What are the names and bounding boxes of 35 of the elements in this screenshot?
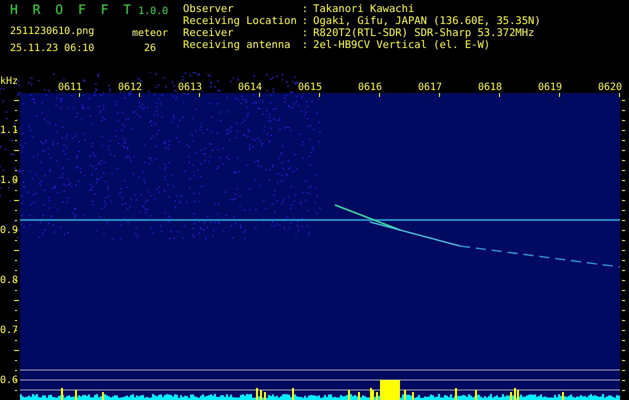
meteor-count: 26 <box>144 43 156 54</box>
app-version: 1.0.0 <box>138 6 168 17</box>
time-label: 0618 <box>478 82 502 93</box>
frequency-label: 0.9 <box>0 225 18 236</box>
file-name: 2511230610.png <box>10 26 96 37</box>
info-value: Ogaki, Gifu, JAPAN (136.60E, 35.35N) <box>313 15 541 27</box>
info-separator: : <box>302 15 308 27</box>
time-label: 0617 <box>418 82 442 93</box>
time-label: 0616 <box>358 82 382 93</box>
info-value: R820T2(RTL-SDR) SDR-Sharp 53.372MHz <box>313 27 536 39</box>
time-label: 0614 <box>238 82 262 93</box>
info-label: Observer <box>183 3 235 15</box>
frequency-label: 0.6 <box>0 375 18 386</box>
time-label: 0612 <box>118 82 142 93</box>
frequency-label: 0.7 <box>0 325 18 336</box>
time-label: 0613 <box>178 82 202 93</box>
info-value: 2el-HB9CV Vertical (el. E-W) <box>313 39 492 51</box>
time-label: 0611 <box>58 82 82 93</box>
time-label: 0619 <box>538 82 562 93</box>
info-label: Receiving Location <box>183 15 297 27</box>
time-label: 0615 <box>298 82 322 93</box>
meteor-label: meteor <box>132 28 168 39</box>
time-label: 0620 <box>598 82 622 93</box>
app-name: H R O F F T <box>10 3 132 18</box>
info-separator: : <box>302 27 308 39</box>
frequency-label: 0.8 <box>0 275 18 286</box>
frequency-label: 1.1 <box>0 125 18 136</box>
frequency-label: 1.0 <box>0 175 18 186</box>
info-label: Receiver <box>183 27 235 39</box>
info-separator: : <box>302 3 308 15</box>
info-separator: : <box>302 39 308 51</box>
info-label: Receiving antenna <box>183 39 292 51</box>
unit-label: kHz <box>0 76 18 87</box>
info-value: Takanori Kawachi <box>313 3 416 15</box>
date-time: 25.11.23 06:10 <box>10 43 96 54</box>
